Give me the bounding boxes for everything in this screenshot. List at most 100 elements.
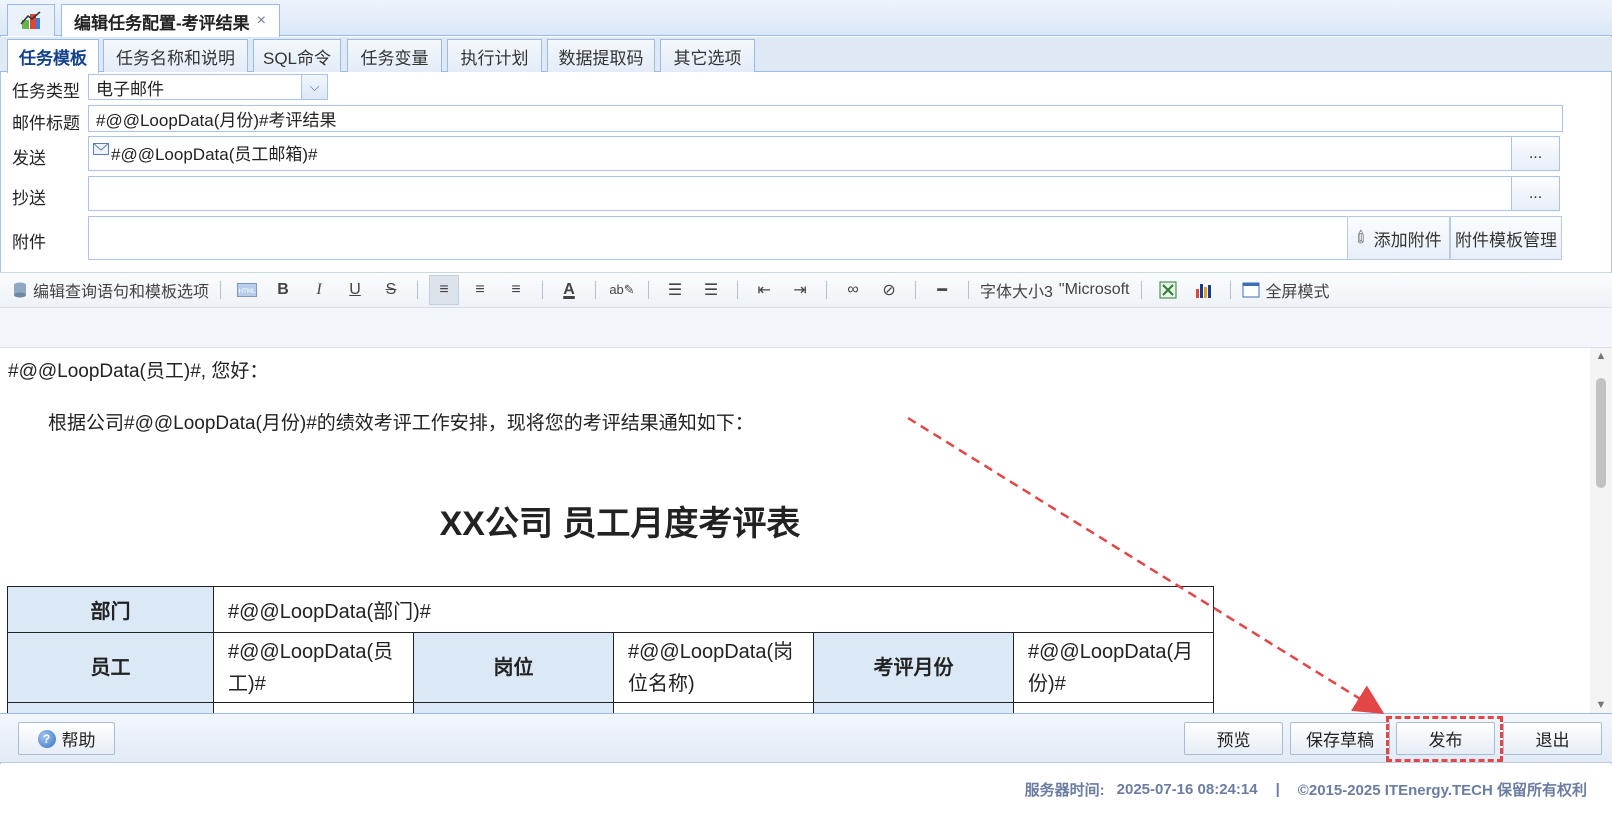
italic-button[interactable]: I (304, 275, 334, 305)
table-cell (613, 702, 814, 713)
preview-button[interactable]: 预览 (1184, 722, 1283, 755)
tab-task-template[interactable]: 任务模板 (7, 39, 99, 73)
bar-chart-icon (1195, 284, 1211, 298)
table-cell (213, 702, 414, 713)
intro-paragraph: 根据公司#@@LoopData(月份)#的绩效考评工作安排，现将您的考评结果通知… (48, 413, 754, 434)
task-type-select[interactable]: 电子邮件 ⌵ (88, 74, 328, 100)
save-draft-button[interactable]: 保存草稿 (1290, 722, 1390, 755)
toolbar-separator (968, 281, 970, 299)
underline-button[interactable]: U (340, 275, 370, 305)
link-icon[interactable]: ∞ (838, 275, 868, 305)
home-tab[interactable] (7, 4, 55, 36)
tab-task-variables[interactable]: 任务变量 (347, 39, 442, 72)
subject-input[interactable]: #@@LoopData(月份)#考评结果 (88, 105, 1563, 132)
bullet-list-icon[interactable]: ☰ (660, 275, 690, 305)
preview-label: 预览 (1216, 731, 1251, 750)
tab-sql-command[interactable]: SQL命令 (253, 39, 341, 72)
tab-data-extract-code[interactable]: 数据提取码 (547, 39, 655, 72)
evaluation-table: 部门 #@@LoopData(部门)# 员工 #@@LoopData(员工)# … (7, 586, 1214, 713)
paperclip-icon: ✐ (1350, 225, 1374, 250)
html-source-icon[interactable]: HTML (232, 275, 262, 305)
highlight-icon[interactable]: ab✎ (607, 275, 637, 305)
toolbar-separator (826, 281, 828, 299)
rich-text-editor[interactable]: #@@LoopData(员工)#, 您好： 根据公司#@@LoopData(月份… (0, 348, 1590, 713)
attachment-template-button[interactable]: 附件模板管理 (1450, 216, 1562, 260)
tab-task-name[interactable]: 任务名称和说明 (103, 39, 248, 72)
position-value: #@@LoopData(岗位名称) (613, 632, 814, 703)
exit-label: 退出 (1535, 731, 1570, 750)
toolbar-separator (542, 281, 544, 299)
chevron-down-icon[interactable]: ⌵ (301, 75, 327, 99)
attachment-area[interactable] (88, 216, 1348, 260)
align-left-icon[interactable]: ≡ (429, 275, 460, 305)
employee-header: 员工 (7, 632, 214, 703)
exit-button[interactable]: 退出 (1503, 722, 1602, 755)
cc-label: 抄送 (12, 189, 46, 208)
fullscreen-button[interactable]: 全屏模式 (1242, 275, 1330, 305)
mail-icon (93, 143, 109, 155)
scroll-down-icon[interactable]: ▼ (1594, 699, 1608, 711)
tab-label: 任务变量 (360, 48, 429, 68)
font-size-select[interactable]: 字体大小3 (980, 275, 1053, 305)
horizontal-rule-icon[interactable]: ━ (927, 275, 957, 305)
strikethrough-button[interactable]: S (376, 275, 406, 305)
chart-icon[interactable] (1189, 275, 1219, 305)
align-center-icon[interactable]: ≡ (465, 275, 495, 305)
subject-label: 邮件标题 (12, 114, 80, 133)
table-cell (1013, 702, 1214, 713)
cc-input[interactable] (88, 176, 1512, 211)
font-name-select[interactable]: "Microsoft (1059, 275, 1130, 305)
scroll-up-icon[interactable]: ▲ (1594, 350, 1608, 362)
tab-edit-task-config[interactable]: 编辑任务配置-考评结果 × (61, 4, 280, 37)
edit-query-button[interactable]: 编辑查询语句和模板选项 (12, 275, 209, 305)
spreadsheet-icon (1159, 281, 1176, 299)
table-cell (7, 702, 214, 713)
help-label: 帮助 (61, 731, 96, 750)
position-header: 岗位 (413, 632, 614, 703)
tab-label: 任务模板 (19, 49, 87, 68)
add-attachment-button[interactable]: ✐ 添加附件 (1347, 216, 1450, 260)
app-logo-icon (20, 10, 41, 29)
scroll-thumb[interactable] (1596, 378, 1606, 488)
subject-value: #@@LoopData(月份)#考评结果 (96, 111, 337, 130)
month-header: 考评月份 (813, 632, 1014, 703)
footer-divider: | (1275, 780, 1280, 798)
server-time-value: 2025-07-16 08:24:14 (1116, 780, 1258, 798)
bold-button[interactable]: B (268, 275, 298, 305)
tab-label: 执行计划 (460, 48, 529, 68)
config-subtabs: 任务模板 任务名称和说明 SQL命令 任务变量 执行计划 数据提取码 其它选项 (0, 37, 1612, 73)
tab-label: 数据提取码 (558, 48, 644, 68)
unlink-icon[interactable]: ⊘ (874, 275, 904, 305)
greeting-line: #@@LoopData(员工)#, 您好： (8, 361, 269, 382)
window-icon (1242, 282, 1259, 298)
save-draft-label: 保存草稿 (1306, 731, 1374, 750)
action-bar: ? 帮助 预览 保存草稿 发布 退出 (0, 713, 1612, 763)
tab-title: 编辑任务配置-考评结果 (74, 13, 250, 33)
fullscreen-label: 全屏模式 (1265, 284, 1330, 301)
task-type-value: 电子邮件 (96, 79, 164, 99)
tab-execution-plan[interactable]: 执行计划 (447, 39, 542, 72)
outdent-icon[interactable]: ⇤ (749, 275, 779, 305)
tab-other-options[interactable]: 其它选项 (660, 39, 755, 72)
send-to-input[interactable]: #@@LoopData(员工邮箱)# (88, 136, 1512, 171)
toolbar-separator (1229, 281, 1231, 299)
month-value: #@@LoopData(月份)# (1013, 632, 1214, 703)
send-to-value: #@@LoopData(员工邮箱)# (111, 145, 318, 164)
excel-icon[interactable] (1153, 275, 1183, 305)
send-to-picker-button[interactable]: ... (1511, 136, 1560, 171)
align-right-icon[interactable]: ≡ (501, 275, 531, 305)
close-icon[interactable]: × (257, 12, 266, 30)
font-color-button[interactable]: A (554, 275, 584, 305)
numbered-list-icon[interactable]: ☰ (696, 275, 726, 305)
employee-value: #@@LoopData(员工)# (213, 632, 414, 703)
cc-picker-button[interactable]: ... (1511, 176, 1560, 211)
toolbar-sub-bar (0, 308, 1612, 348)
copyright-text: ©2015-2025 ITEnergy.TECH 保留所有权利 (1297, 781, 1587, 799)
help-button[interactable]: ? 帮助 (18, 722, 115, 755)
send-label: 发送 (12, 149, 46, 168)
tab-label: 任务名称和说明 (116, 48, 235, 68)
toolbar-separator (915, 281, 917, 299)
editor-scrollbar[interactable]: ▲ ▼ (1590, 348, 1612, 713)
attachment-template-label: 附件模板管理 (1455, 230, 1557, 250)
indent-icon[interactable]: ⇥ (785, 275, 815, 305)
